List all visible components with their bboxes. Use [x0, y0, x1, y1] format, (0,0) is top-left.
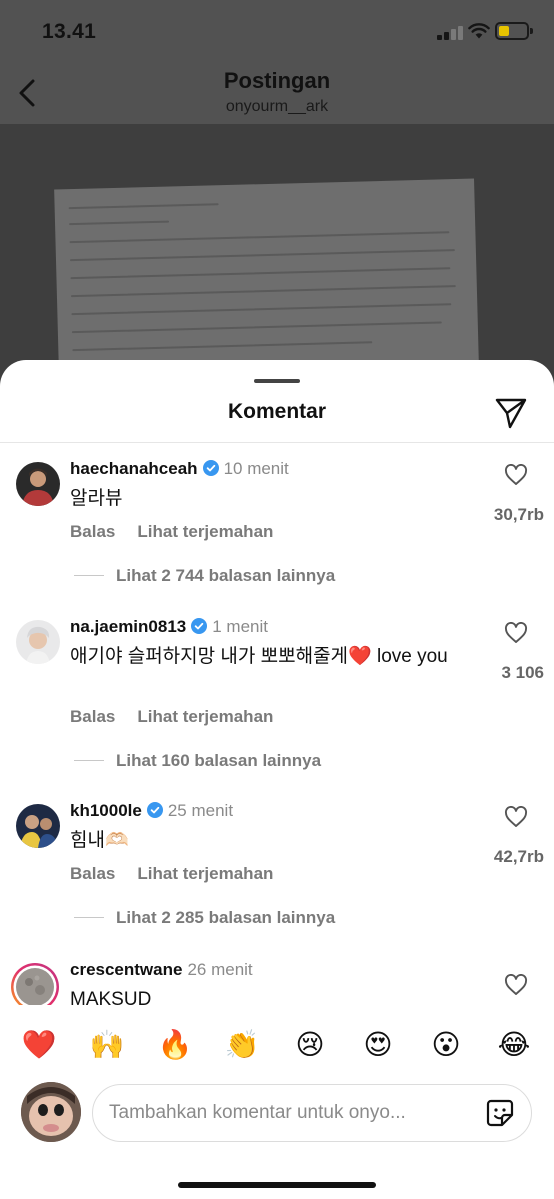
- comment-time: 1 menit: [212, 617, 268, 636]
- like-heart-icon[interactable]: [504, 622, 528, 644]
- comment-header: na.jaemin0813 1 menit: [70, 617, 268, 637]
- user-avatar[interactable]: [16, 804, 60, 848]
- comment-username[interactable]: haechanahceah: [70, 459, 198, 478]
- reaction-laugh[interactable]: 😂: [494, 1025, 534, 1065]
- user-avatar[interactable]: [16, 462, 60, 506]
- comment-username[interactable]: kh1000le: [70, 801, 142, 820]
- battery-icon: [495, 22, 533, 40]
- send-icon[interactable]: [494, 396, 528, 430]
- reply-button[interactable]: Balas: [70, 864, 115, 883]
- verified-badge-icon: [202, 460, 219, 476]
- like-heart-icon[interactable]: [504, 806, 528, 828]
- translate-button[interactable]: Lihat terjemahan: [137, 522, 273, 541]
- verified-badge-icon: [146, 802, 163, 818]
- cellular-signal-icon: [437, 26, 463, 40]
- comment-header: haechanahceah 10 menit: [70, 459, 289, 479]
- comment-actions: Balas Lihat terjemahan: [70, 707, 295, 727]
- post-author[interactable]: onyourm__ark: [0, 98, 554, 116]
- view-replies-button[interactable]: Lihat 160 balasan lainnya: [70, 751, 321, 771]
- reaction-raised-hands[interactable]: 🙌: [87, 1025, 127, 1065]
- comment-text: 알라뷰: [70, 488, 123, 509]
- reaction-surprised[interactable]: 😮: [426, 1025, 466, 1065]
- comment-item: haechanahceah 10 menit 알라뷰 Balas Lihat ter…: [0, 459, 554, 609]
- comment-item: crescentwane 26 menit MAKSUD: [0, 960, 554, 1005]
- like-heart-icon[interactable]: [504, 974, 528, 996]
- quick-reaction-bar: ❤️ 🙌 🔥 👏 😢 😍 😮 😂: [0, 1025, 554, 1069]
- comment-item: kh1000le 25 menit 힘내🫶🏻 Balas Lihat terjema…: [0, 801, 554, 951]
- reply-button[interactable]: Balas: [70, 522, 115, 541]
- status-time: 13.41: [42, 20, 97, 43]
- like-heart-icon[interactable]: [504, 464, 528, 486]
- post-title: Postingan: [223, 68, 331, 93]
- reply-button[interactable]: Balas: [70, 707, 115, 726]
- translate-button[interactable]: Lihat terjemahan: [137, 864, 273, 883]
- comment-username[interactable]: crescentwane: [70, 960, 182, 979]
- comment-list[interactable]: haechanahceah 10 menit 알라뷰 Balas Lihat ter…: [0, 443, 554, 1005]
- view-replies-label: Lihat 2 744 balasan lainnya: [116, 566, 336, 585]
- comment-actions: Balas Lihat terjemahan: [70, 522, 295, 542]
- verified-badge-icon: [191, 618, 208, 634]
- status-bar: 13.41: [0, 0, 554, 64]
- comment-header: kh1000le 25 menit: [70, 801, 233, 821]
- sheet-drag-handle[interactable]: [254, 379, 300, 383]
- view-replies-label: Lihat 160 balasan lainnya: [116, 751, 322, 770]
- comment-text: MAKSUD: [70, 989, 152, 1005]
- comment-time: 10 menit: [223, 459, 289, 478]
- user-avatar-story-ring[interactable]: [10, 962, 60, 1005]
- translate-button[interactable]: Lihat terjemahan: [137, 707, 273, 726]
- user-avatar[interactable]: [16, 620, 60, 664]
- comment-text: 애기야 슬퍼하지망 내가 뽀뽀해줄게❤️ love you: [70, 646, 448, 667]
- comments-sheet: Komentar haechanahceah 10 menit 알라뷰 Balas…: [0, 360, 554, 1199]
- comment-actions: Balas Lihat terjemahan: [70, 864, 295, 884]
- like-count: 42,7rb: [493, 847, 544, 866]
- reaction-fire[interactable]: 🔥: [155, 1025, 195, 1065]
- reaction-cry[interactable]: 😢: [290, 1025, 330, 1065]
- wifi-icon: [468, 23, 490, 39]
- view-replies-label: Lihat 2 285 balasan lainnya: [116, 908, 336, 927]
- like-count: 3 106: [501, 663, 544, 682]
- comment-text: 힘내🫶🏻: [70, 830, 129, 851]
- comment-composer: [92, 1084, 532, 1142]
- like-count: 30,7rb: [493, 505, 544, 524]
- reaction-heart-eyes[interactable]: 😍: [358, 1025, 398, 1065]
- comment-input[interactable]: [109, 1085, 469, 1141]
- handwritten-letter-image: [54, 178, 482, 384]
- sheet-title: Komentar: [227, 400, 327, 423]
- reaction-heart[interactable]: ❤️: [19, 1025, 59, 1065]
- view-replies-button[interactable]: Lihat 2 285 balasan lainnya: [70, 908, 335, 928]
- post-photo: [0, 124, 554, 384]
- home-indicator[interactable]: [178, 1182, 376, 1188]
- comment-username[interactable]: na.jaemin0813: [70, 617, 186, 636]
- comment-header: crescentwane 26 menit: [70, 960, 253, 980]
- comment-item: na.jaemin0813 1 menit 애기야 슬퍼하지망 내가 뽀뽀해줄게❤…: [0, 617, 554, 787]
- comment-time: 26 menit: [187, 960, 253, 979]
- reaction-clap[interactable]: 👏: [222, 1025, 262, 1065]
- current-user-avatar: [21, 1082, 81, 1142]
- post-header: Postingan onyourm__ark: [0, 64, 554, 124]
- comment-time: 25 menit: [167, 801, 234, 820]
- sticker-icon[interactable]: [485, 1098, 515, 1128]
- view-replies-button[interactable]: Lihat 2 744 balasan lainnya: [70, 566, 335, 586]
